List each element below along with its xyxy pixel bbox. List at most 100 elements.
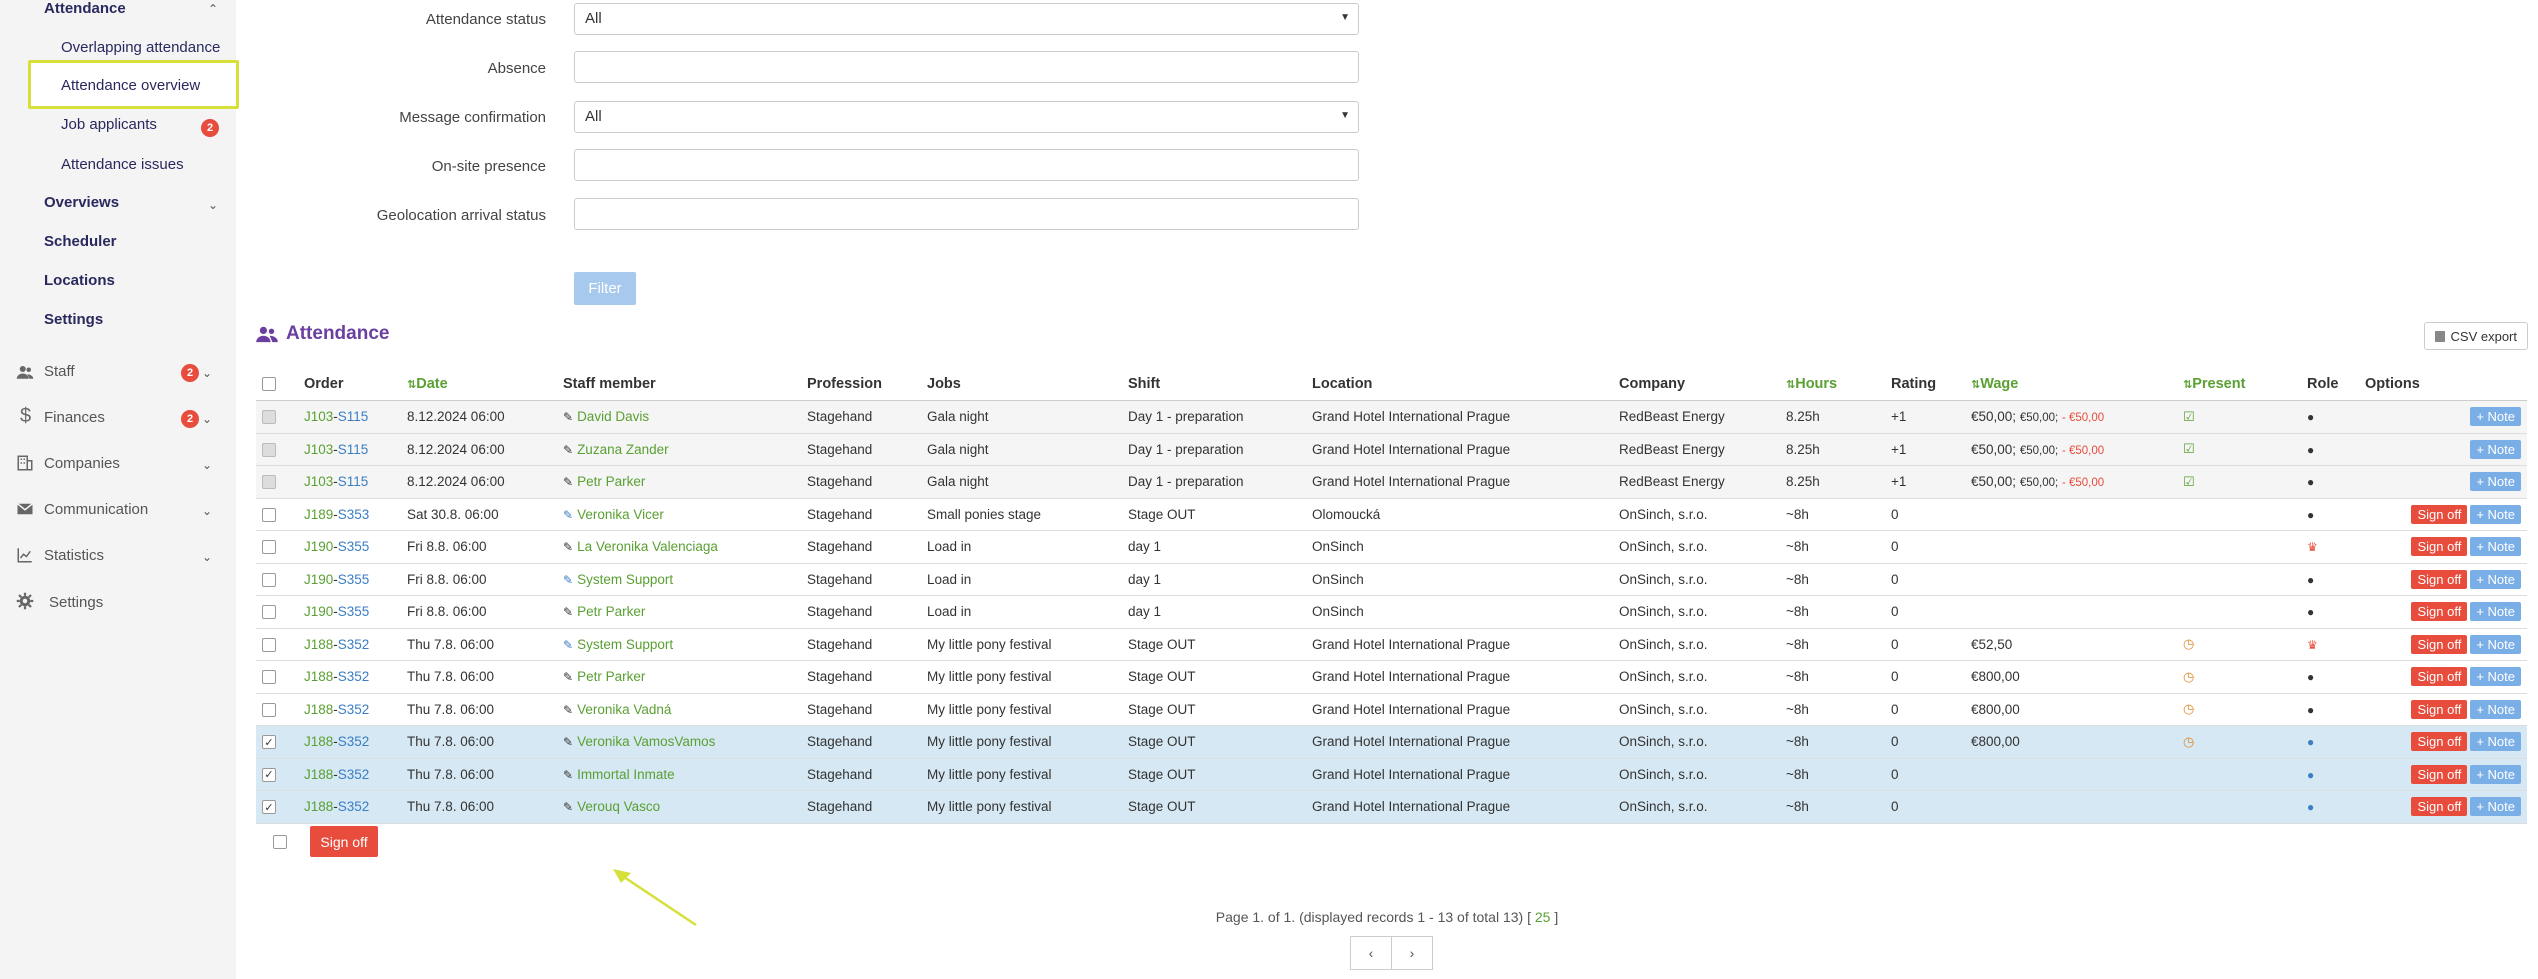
staff-link[interactable]: System Support — [577, 572, 673, 587]
job-link[interactable]: J188 — [304, 734, 333, 749]
sidebar-item-locations[interactable]: Locations — [44, 272, 115, 289]
sidebar-item-statistics[interactable]: Statistics — [44, 547, 104, 564]
bulk-sign-off-button[interactable]: Sign off — [310, 826, 378, 857]
shift-link[interactable]: S353 — [338, 507, 370, 522]
shift-link[interactable]: S115 — [338, 442, 369, 457]
staff-link[interactable]: Verouq Vasco — [577, 799, 660, 814]
shift-link[interactable]: S352 — [338, 734, 370, 749]
job-link[interactable]: J103 — [304, 409, 333, 424]
note-button[interactable]: + Note — [2470, 699, 2521, 719]
staff-link[interactable]: Zuzana Zander — [577, 442, 669, 457]
job-link[interactable]: J190 — [304, 572, 333, 587]
staff-link[interactable]: La Veronika Valenciaga — [577, 539, 718, 554]
staff-link[interactable]: Veronika VamosVamos — [577, 734, 715, 749]
note-button[interactable]: + Note — [2470, 472, 2521, 492]
sidebar-item-settings[interactable]: Settings — [49, 594, 103, 611]
shift-link[interactable]: S355 — [338, 604, 370, 619]
row-checkbox[interactable] — [262, 507, 276, 522]
csv-export-button[interactable]: CSV export — [2423, 322, 2528, 350]
job-link[interactable]: J188 — [304, 669, 333, 684]
row-checkbox[interactable] — [262, 670, 276, 685]
sign-off-button[interactable]: Sign off — [2411, 732, 2468, 752]
shift-link[interactable]: S352 — [338, 669, 370, 684]
staff-link[interactable]: David Davis — [577, 409, 649, 424]
next-page-button[interactable]: › — [1392, 936, 1433, 970]
sign-off-button[interactable]: Sign off — [2411, 764, 2468, 784]
sidebar-item-communication[interactable]: Communication — [44, 501, 148, 518]
header-date[interactable]: ⇅Date — [401, 368, 557, 401]
row-checkbox[interactable] — [262, 572, 276, 587]
onsite-presence-input[interactable] — [574, 149, 1359, 181]
shift-link[interactable]: S352 — [338, 702, 370, 717]
prev-page-button[interactable]: ‹ — [1350, 936, 1392, 970]
shift-link[interactable]: S352 — [338, 799, 370, 814]
row-checkbox[interactable]: ✓ — [262, 767, 276, 782]
note-button[interactable]: + Note — [2470, 634, 2521, 654]
shift-link[interactable]: S355 — [338, 539, 370, 554]
note-button[interactable]: + Note — [2470, 569, 2521, 589]
header-order[interactable]: Order — [298, 368, 401, 401]
shift-link[interactable]: S352 — [338, 637, 370, 652]
sidebar-item-settings-sub[interactable]: Settings — [44, 311, 103, 328]
staff-link[interactable]: Petr Parker — [577, 474, 645, 489]
staff-link[interactable]: Petr Parker — [577, 604, 645, 619]
header-wage[interactable]: ⇅Wage — [1965, 368, 2177, 401]
note-button[interactable]: + Note — [2470, 407, 2521, 427]
sidebar-item-companies[interactable]: Companies — [44, 455, 120, 472]
sidebar-item-overview[interactable]: Attendance overview — [61, 77, 200, 94]
sidebar-item-job-applicants[interactable]: Job applicants — [61, 116, 157, 133]
sign-off-button[interactable]: Sign off — [2411, 699, 2468, 719]
sign-off-button[interactable]: Sign off — [2411, 504, 2468, 524]
bulk-select-checkbox[interactable] — [273, 835, 287, 849]
sidebar-item-scheduler[interactable]: Scheduler — [44, 233, 117, 250]
note-button[interactable]: + Note — [2470, 797, 2521, 817]
job-link[interactable]: J190 — [304, 539, 333, 554]
note-button[interactable]: + Note — [2470, 732, 2521, 752]
job-link[interactable]: J103 — [304, 474, 333, 489]
note-button[interactable]: + Note — [2470, 667, 2521, 687]
row-checkbox[interactable] — [262, 540, 276, 555]
row-checkbox[interactable]: ✓ — [262, 800, 276, 815]
note-button[interactable]: + Note — [2470, 537, 2521, 557]
row-checkbox[interactable] — [262, 702, 276, 717]
note-button[interactable]: + Note — [2470, 764, 2521, 784]
shift-link[interactable]: S115 — [338, 474, 369, 489]
note-button[interactable]: + Note — [2470, 504, 2521, 524]
header-present[interactable]: ⇅Present — [2177, 368, 2301, 401]
shift-link[interactable]: S355 — [338, 572, 370, 587]
staff-link[interactable]: Immortal Inmate — [577, 767, 675, 782]
sign-off-button[interactable]: Sign off — [2411, 634, 2468, 654]
job-link[interactable]: J190 — [304, 604, 333, 619]
sign-off-button[interactable]: Sign off — [2411, 602, 2468, 622]
row-checkbox[interactable] — [262, 605, 276, 620]
job-link[interactable]: J188 — [304, 767, 333, 782]
geolocation-input[interactable] — [574, 198, 1359, 230]
sidebar-item-finances[interactable]: Finances — [44, 409, 105, 426]
sidebar-item-overviews[interactable]: Overviews — [44, 194, 119, 211]
job-link[interactable]: J189 — [304, 507, 333, 522]
shift-link[interactable]: S352 — [338, 767, 370, 782]
staff-link[interactable]: Veronika Vadná — [577, 702, 671, 717]
per-page-link[interactable]: 25 — [1535, 909, 1551, 925]
absence-input[interactable] — [574, 51, 1359, 83]
sidebar-item-staff[interactable]: Staff — [44, 363, 75, 380]
staff-link[interactable]: System Support — [577, 637, 673, 652]
job-link[interactable]: J188 — [304, 637, 333, 652]
row-checkbox[interactable] — [262, 637, 276, 652]
sign-off-button[interactable]: Sign off — [2411, 569, 2468, 589]
job-link[interactable]: J188 — [304, 799, 333, 814]
header-hours[interactable]: ⇅Hours — [1780, 368, 1885, 401]
row-checkbox[interactable] — [262, 475, 276, 490]
row-checkbox[interactable]: ✓ — [262, 735, 276, 750]
shift-link[interactable]: S115 — [338, 409, 369, 424]
select-all-checkbox[interactable] — [262, 377, 276, 392]
sign-off-button[interactable]: Sign off — [2411, 797, 2468, 817]
row-checkbox[interactable] — [262, 410, 276, 425]
note-button[interactable]: + Note — [2470, 439, 2521, 459]
filter-button[interactable]: Filter — [574, 272, 636, 305]
sidebar-item-overlapping[interactable]: Overlapping attendance — [61, 39, 220, 56]
sidebar-item-attendance-issues[interactable]: Attendance issues — [61, 156, 184, 173]
row-checkbox[interactable] — [262, 442, 276, 457]
job-link[interactable]: J103 — [304, 442, 333, 457]
sidebar-item-attendance[interactable]: Attendance — [44, 0, 126, 17]
